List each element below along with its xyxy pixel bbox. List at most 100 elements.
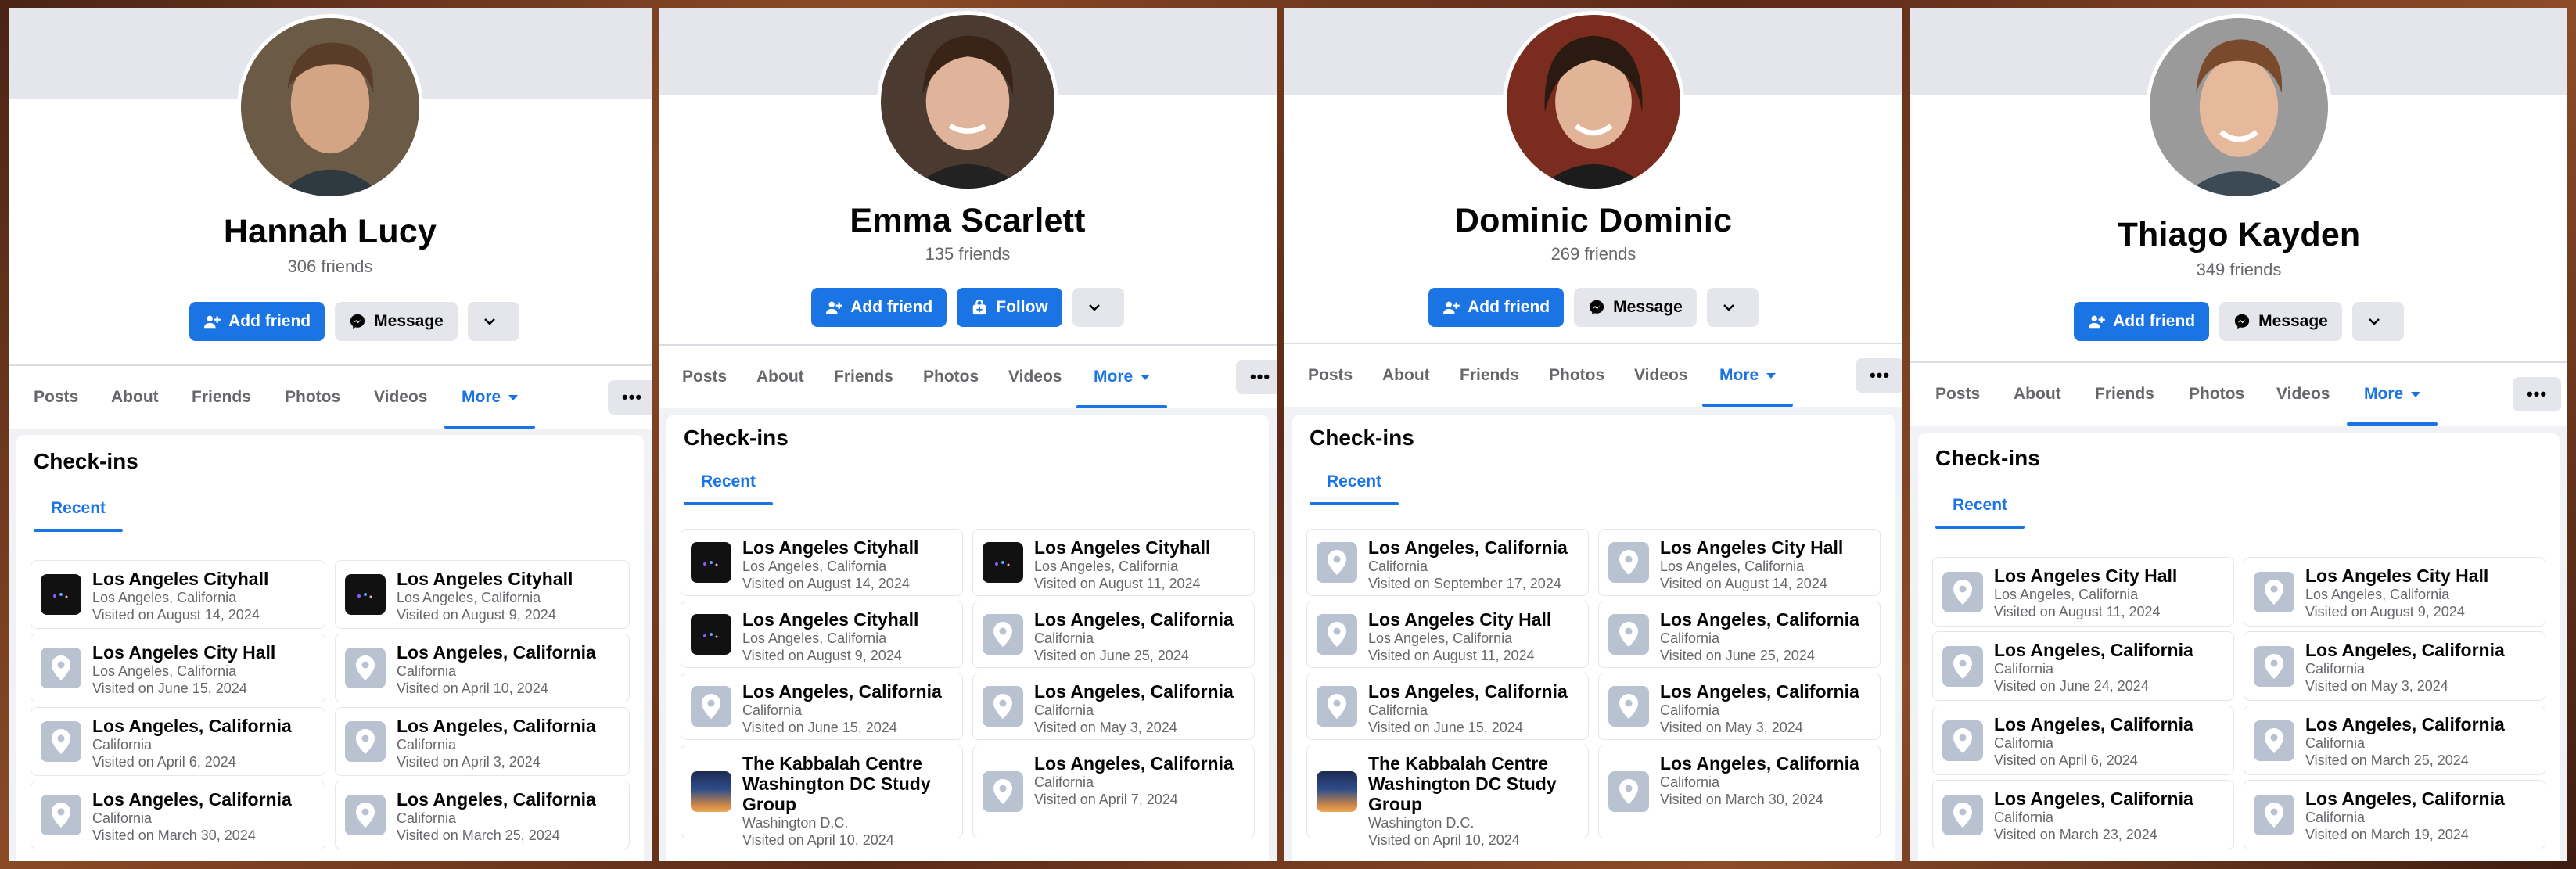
checkin-item[interactable]: Los Angeles, California California Visited…	[335, 707, 630, 776]
tab-posts[interactable]: Posts	[34, 366, 78, 429]
checkin-item[interactable]: Los Angeles City Hall Los Angeles, Califo…	[1306, 601, 1589, 668]
checkin-item[interactable]: Los Angeles Cityhall Los Angeles, Califor…	[31, 560, 325, 629]
checkin-visited-date: Visited on August 9, 2024	[742, 648, 902, 663]
more-actions-button[interactable]	[1072, 288, 1124, 327]
checkin-location: California	[92, 737, 153, 752]
messenger-icon	[1589, 300, 1604, 315]
avatar[interactable]	[237, 14, 423, 200]
avatar[interactable]	[877, 11, 1058, 192]
checkin-item[interactable]: Los Angeles, California California Visited…	[972, 673, 1255, 740]
tab-videos[interactable]: Videos	[374, 366, 427, 429]
tab-friends[interactable]: Friends	[2095, 363, 2154, 426]
add-friend-button[interactable]: Add friend	[189, 302, 325, 341]
tab-about[interactable]: About	[756, 346, 804, 408]
checkin-item[interactable]: Los Angeles, California California Visited…	[1932, 780, 2234, 849]
checkin-item[interactable]: Los Angeles, California California Visited…	[1598, 601, 1881, 668]
more-actions-button[interactable]	[1706, 288, 1759, 327]
tab-about[interactable]: About	[1382, 344, 1430, 407]
avatar[interactable]	[1503, 11, 1684, 192]
more-options-button[interactable]: •••	[608, 380, 652, 415]
add-friend-button[interactable]: Add friend	[811, 288, 947, 327]
checkin-item[interactable]: Los Angeles, California California Visited…	[2244, 780, 2545, 849]
tab-photos[interactable]: Photos	[2189, 363, 2244, 426]
friend-count[interactable]: 135 friends	[659, 244, 1277, 264]
checkin-title: Los Angeles, California	[1368, 681, 1568, 702]
avatar[interactable]	[2146, 14, 2332, 200]
tab-photos[interactable]: Photos	[923, 346, 979, 408]
more-actions-button[interactable]	[2351, 302, 2404, 341]
checkin-title: Los Angeles, California	[2305, 640, 2505, 660]
add-friend-button[interactable]: Add friend	[1428, 288, 1565, 327]
checkin-item[interactable]: Los Angeles Cityhall Los Angeles, Califor…	[335, 560, 630, 629]
checkin-item[interactable]: Los Angeles City Hall Los Angeles, Califo…	[31, 634, 325, 702]
message-button[interactable]: Message	[2219, 302, 2342, 341]
more-options-button[interactable]: •••	[1856, 358, 1902, 393]
checkin-item[interactable]: Los Angeles Cityhall Los Angeles, Califor…	[681, 601, 963, 668]
map-pin-icon	[1942, 720, 1983, 761]
checkin-item[interactable]: Los Angeles, California California Visited…	[2244, 631, 2545, 701]
more-actions-button[interactable]	[467, 302, 519, 341]
checkin-item[interactable]: Los Angeles Cityhall Los Angeles, Califor…	[972, 529, 1255, 596]
tab-photos[interactable]: Photos	[1549, 344, 1604, 407]
message-button[interactable]: Message	[335, 302, 458, 341]
checkin-visited-date: Visited on May 3, 2024	[1034, 720, 1177, 735]
profile-tabs: Posts About Friends Photos Videos More •…	[659, 344, 1277, 408]
checkin-item[interactable]: Los Angeles, California California Visited…	[972, 601, 1255, 668]
checkin-item[interactable]: Los Angeles, California California Visited…	[1306, 673, 1589, 740]
more-options-button[interactable]: •••	[1236, 360, 1277, 394]
tab-friends[interactable]: Friends	[834, 346, 893, 408]
tab-videos[interactable]: Videos	[1008, 346, 1062, 408]
checkin-visited-date: Visited on August 11, 2024	[1994, 604, 2161, 619]
checkin-item[interactable]: Los Angeles, California California Visited…	[2244, 706, 2545, 775]
checkin-item[interactable]: Los Angeles City Hall Los Angeles, Califo…	[1932, 557, 2234, 627]
tab-photos[interactable]: Photos	[285, 366, 340, 429]
friend-count[interactable]: 306 friends	[9, 257, 652, 277]
checkin-item[interactable]: Los Angeles, California California Visited…	[1598, 673, 1881, 740]
chevron-down-icon	[2368, 318, 2380, 325]
follow-button[interactable]: Follow	[957, 288, 1062, 327]
checkin-item[interactable]: The Kabbalah Centre Washington DC Study …	[681, 745, 963, 848]
checkins-card: Check-ins Recent Los Angeles Cityhall Los…	[666, 415, 1269, 861]
checkin-title: Los Angeles, California	[2305, 788, 2505, 809]
tab-recent[interactable]: Recent	[684, 458, 774, 505]
tab-more[interactable]: More	[2346, 363, 2438, 426]
checkin-item[interactable]: Los Angeles, California California Visited…	[1306, 529, 1589, 596]
tab-posts[interactable]: Posts	[1935, 363, 1980, 426]
tab-about[interactable]: About	[2014, 363, 2061, 426]
checkin-item[interactable]: Los Angeles, California California Visited…	[335, 781, 630, 849]
checkin-item[interactable]: Los Angeles City Hall Los Angeles, Califo…	[2244, 557, 2545, 627]
tab-videos[interactable]: Videos	[1634, 344, 1687, 407]
tab-more[interactable]: More	[444, 366, 536, 429]
tab-recent[interactable]: Recent	[34, 485, 124, 532]
tab-about[interactable]: About	[111, 366, 159, 429]
tab-posts[interactable]: Posts	[682, 346, 727, 408]
checkin-item[interactable]: Los Angeles, California California Visited…	[1598, 745, 1881, 838]
tab-posts[interactable]: Posts	[1308, 344, 1353, 407]
night-city-photo	[41, 574, 81, 615]
checkin-item[interactable]: Los Angeles Cityhall Los Angeles, Califor…	[681, 529, 963, 596]
tab-friends[interactable]: Friends	[192, 366, 251, 429]
checkin-item[interactable]: The Kabbalah Centre Washington DC Study …	[1306, 745, 1589, 848]
tab-more[interactable]: More	[1076, 346, 1168, 408]
tab-videos[interactable]: Videos	[2276, 363, 2330, 426]
tab-recent[interactable]: Recent	[1935, 482, 2025, 529]
checkin-item[interactable]: Los Angeles, California California Visited…	[972, 745, 1255, 838]
checkin-item[interactable]: Los Angeles, California California Visited…	[681, 673, 963, 740]
more-options-button[interactable]: •••	[2513, 377, 2561, 411]
friend-count[interactable]: 349 friends	[1910, 260, 2567, 280]
add-friend-button[interactable]: Add friend	[2074, 302, 2210, 341]
map-pin-icon	[1608, 771, 1649, 812]
checkin-item[interactable]: Los Angeles City Hall Los Angeles, Califo…	[1598, 529, 1881, 596]
tab-friends[interactable]: Friends	[1460, 344, 1519, 407]
add-friend-label: Add friend	[850, 298, 933, 316]
checkin-item[interactable]: Los Angeles, California California Visited…	[31, 781, 325, 849]
friend-count[interactable]: 269 friends	[1284, 244, 1902, 264]
caret-down-icon	[508, 394, 519, 400]
message-button[interactable]: Message	[1574, 288, 1697, 327]
checkin-item[interactable]: Los Angeles, California California Visited…	[1932, 706, 2234, 775]
tab-recent[interactable]: Recent	[1310, 458, 1399, 505]
checkin-item[interactable]: Los Angeles, California California Visited…	[31, 707, 325, 776]
tab-more[interactable]: More	[1701, 344, 1794, 407]
checkin-item[interactable]: Los Angeles, California California Visited…	[335, 634, 630, 702]
checkin-item[interactable]: Los Angeles, California California Visited…	[1932, 631, 2234, 701]
